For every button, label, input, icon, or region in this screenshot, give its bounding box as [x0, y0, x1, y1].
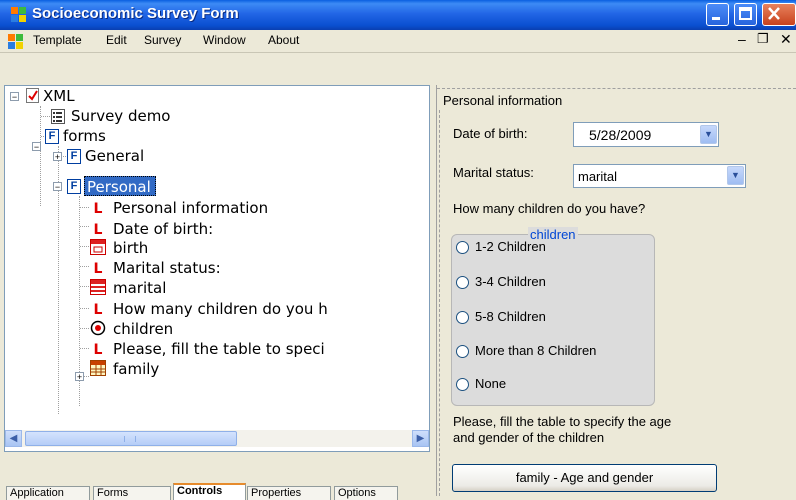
tree-node-table-prompt[interactable]: Please, fill the table to speci	[113, 339, 325, 359]
marital-select[interactable]: marital ▼	[573, 164, 746, 188]
collapse-xml-icon[interactable]: −	[10, 92, 19, 102]
date-dropdown-icon[interactable]: ▼	[700, 125, 717, 144]
maximize-button[interactable]	[734, 3, 757, 26]
table-icon	[90, 360, 106, 376]
table-prompt-line2: and gender of the children	[453, 430, 605, 445]
family-button[interactable]: family - Age and gender	[452, 464, 717, 492]
menu-bar: Template Edit Survey Window About – ❐ ✕	[0, 30, 796, 53]
menu-survey[interactable]: Survey	[144, 33, 181, 47]
survey-tree[interactable]: − XML Survey demo − F forms + F General …	[4, 85, 430, 452]
label-icon: L	[93, 342, 103, 358]
tab-options[interactable]: Options	[334, 486, 398, 500]
menu-window[interactable]: Window	[203, 33, 246, 47]
tree-node-children[interactable]: children	[113, 319, 173, 339]
window-title: Socioeconomic Survey Form	[32, 5, 239, 22]
label-icon: L	[93, 261, 103, 277]
marital-label: Marital status:	[453, 165, 534, 180]
close-button[interactable]	[762, 3, 796, 26]
radio-label: 1-2 Children	[475, 239, 546, 254]
chevron-down-icon[interactable]: ▼	[727, 166, 744, 185]
mdi-restore-icon[interactable]: ❐	[757, 31, 769, 47]
tree-horizontal-scrollbar[interactable]: ◀ ▶	[5, 430, 429, 447]
app-icon	[11, 7, 26, 22]
radio-label: 5-8 Children	[475, 309, 546, 324]
tab-properties[interactable]: Properties	[247, 486, 331, 500]
radio-label: 3-4 Children	[475, 274, 546, 289]
minimize-icon	[712, 17, 720, 20]
date-icon	[90, 239, 106, 255]
collapse-personal-icon[interactable]: −	[53, 182, 62, 192]
tree-node-survey-demo[interactable]: Survey demo	[71, 106, 171, 126]
scroll-left-icon[interactable]: ◀	[5, 430, 22, 447]
label-icon: L	[93, 222, 103, 238]
tree-node-general[interactable]: General	[85, 146, 144, 166]
forms-icon: F	[45, 129, 59, 144]
tree-node-marital[interactable]: marital	[113, 278, 166, 298]
close-icon	[768, 7, 780, 20]
form-icon: F	[67, 149, 81, 164]
tree-node-forms[interactable]: forms	[63, 126, 106, 146]
radio-3-4[interactable]	[456, 276, 469, 289]
title-bar[interactable]: Socioeconomic Survey Form	[0, 0, 796, 30]
scroll-right-icon[interactable]: ▶	[412, 430, 429, 447]
document-icon	[8, 34, 23, 49]
tab-controls[interactable]: Controls	[173, 483, 246, 500]
marital-value: marital	[578, 169, 618, 184]
tree-node-children-question[interactable]: How many children do you h	[113, 299, 328, 319]
radio-1-2[interactable]	[456, 241, 469, 254]
mdi-minimize-icon[interactable]: –	[738, 31, 746, 47]
dob-field[interactable]: 5/28/2009 ▼	[573, 122, 719, 147]
expand-family-icon[interactable]: +	[75, 372, 84, 382]
collapse-forms-icon[interactable]: −	[32, 142, 41, 152]
radio-label: None	[475, 376, 507, 391]
tree-node-personal[interactable]: Personal	[84, 176, 156, 196]
dropdown-icon	[90, 279, 106, 295]
menu-edit[interactable]: Edit	[106, 33, 127, 47]
mdi-close-icon[interactable]: ✕	[780, 31, 792, 48]
expand-general-icon[interactable]: +	[53, 152, 62, 162]
tree-node-xml[interactable]: XML	[43, 86, 75, 106]
tree-node-birth[interactable]: birth	[113, 238, 148, 258]
table-prompt-line1: Please, fill the table to specify the ag…	[453, 414, 672, 429]
radio-label: More than 8 Children	[475, 343, 597, 358]
radio-none[interactable]	[456, 378, 469, 391]
panel-header: Personal information	[443, 93, 563, 108]
menu-template[interactable]: Template	[33, 33, 82, 47]
label-icon: L	[93, 302, 103, 318]
dob-label: Date of birth:	[453, 126, 528, 141]
tree-node-date-of-birth[interactable]: Date of birth:	[113, 219, 213, 239]
tab-forms[interactable]: Forms	[93, 486, 171, 500]
tab-application[interactable]: Application	[6, 486, 90, 500]
xml-icon	[26, 88, 40, 103]
dob-value: 5/28/2009	[589, 127, 652, 143]
form-icon: F	[67, 179, 81, 194]
maximize-icon	[739, 7, 752, 20]
scroll-thumb[interactable]	[25, 431, 237, 446]
minimize-button[interactable]	[706, 3, 729, 26]
tree-node-marital-status[interactable]: Marital status:	[113, 258, 221, 278]
survey-icon	[51, 109, 65, 124]
children-question: How many children do you have?	[453, 201, 646, 216]
menu-about[interactable]: About	[268, 33, 299, 47]
radio-more-than-8[interactable]	[456, 345, 469, 358]
radio-5-8[interactable]	[456, 311, 469, 324]
tree-node-family[interactable]: family	[113, 359, 159, 379]
radio-group-icon	[90, 320, 106, 336]
tree-node-personal-information[interactable]: Personal information	[113, 198, 268, 218]
label-icon: L	[93, 201, 103, 217]
